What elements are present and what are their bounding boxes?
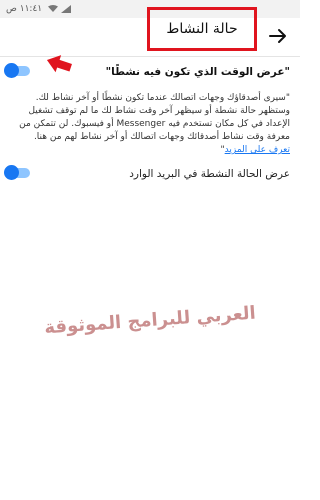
- setting-inbox-active-status-label: عرض الحالة النشطة في البريد الوارد: [129, 168, 290, 180]
- description-text: "سيرى أصدقاؤك وجهات اتصالك عندما تكون نش…: [19, 93, 290, 142]
- signal-icon: [61, 5, 72, 13]
- status-icons: [48, 5, 72, 13]
- setting-inbox-active-status[interactable]: عرض الحالة النشطة في البريد الوارد: [10, 166, 290, 186]
- active-status-description: "سيرى أصدقاؤك وجهات اتصالك عندما تكون نش…: [10, 92, 290, 157]
- status-time: ١١:٤١ ص: [6, 4, 43, 14]
- red-arrow-icon: [46, 55, 72, 73]
- active-status-toggle[interactable]: [4, 63, 30, 78]
- page-title: حالة النشاط: [166, 21, 238, 37]
- learn-more-link[interactable]: تعرف على المزيد: [225, 145, 290, 155]
- toggle-knob: [4, 63, 19, 78]
- back-button[interactable]: [266, 24, 290, 48]
- wifi-icon: [48, 5, 59, 12]
- setting-show-active-time-label: "عرض الوقت الذي تكون فيه نشطًا": [105, 66, 290, 78]
- toggle-knob: [4, 165, 19, 180]
- inbox-active-status-toggle[interactable]: [4, 165, 30, 180]
- arrow-right-icon: [269, 29, 286, 43]
- watermark: العربي للبرامج الموثوقة: [43, 302, 257, 339]
- title-highlight-box: حالة النشاط: [147, 7, 257, 51]
